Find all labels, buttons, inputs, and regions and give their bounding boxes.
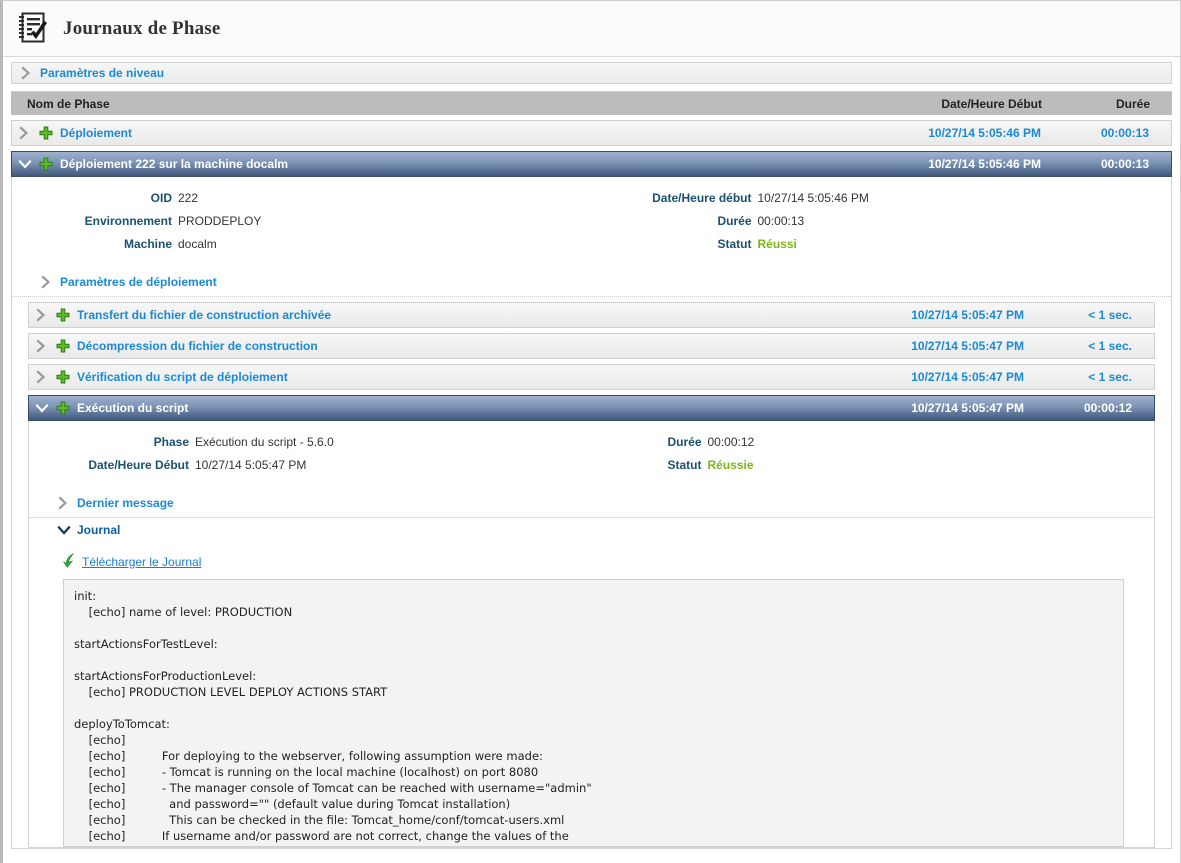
field-start-datetime: Date/Heure début 10/27/14 5:05:46 PM bbox=[592, 191, 1172, 205]
field-oid: OID 222 bbox=[12, 191, 592, 205]
field-phase-value: Exécution du script - 5.6.0 bbox=[195, 435, 334, 449]
phase-row-duration: 00:00:13 bbox=[1100, 126, 1149, 140]
journal-log-text[interactable]: init: [echo] name of level: PRODUCTION s… bbox=[63, 579, 1124, 847]
subphase-row-start: 10/27/14 5:05:47 PM bbox=[911, 339, 1024, 353]
deployment-params-toggle[interactable]: Paramètres de déploiement bbox=[12, 270, 1171, 297]
field-phase: Phase Exécution du script - 5.6.0 bbox=[29, 435, 592, 449]
column-phase-name: Nom de Phase bbox=[27, 96, 110, 111]
last-message-label: Dernier message bbox=[77, 496, 174, 510]
chevron-down-icon[interactable] bbox=[35, 401, 49, 415]
field-status-label: Statut bbox=[717, 237, 752, 251]
download-journal-link[interactable]: Télécharger le Journal bbox=[82, 555, 201, 569]
field-start-datetime-label: Date/Heure début bbox=[652, 191, 752, 205]
field-script-start-value: 10/27/14 5:05:47 PM bbox=[195, 458, 307, 472]
field-start-datetime-value: 10/27/14 5:05:46 PM bbox=[757, 191, 869, 205]
phase-row-start: 10/27/14 5:05:46 PM bbox=[928, 157, 1041, 171]
script-detail-panel: Phase Exécution du script - 5.6.0 Date/H… bbox=[28, 421, 1155, 848]
download-journal-row[interactable]: Télécharger le Journal bbox=[29, 544, 1154, 579]
phase-row-label: Déploiement bbox=[60, 126, 133, 140]
field-phase-label: Phase bbox=[153, 435, 189, 449]
field-duration: Durée 00:00:13 bbox=[592, 214, 1172, 228]
script-detail-left-column: Phase Exécution du script - 5.6.0 Date/H… bbox=[29, 435, 592, 481]
field-environment: Environnement PRODDEPLOY bbox=[12, 214, 592, 228]
green-download-arrow-icon bbox=[63, 553, 77, 571]
chevron-right-icon[interactable] bbox=[18, 126, 32, 140]
subphase-row-start: 10/27/14 5:05:47 PM bbox=[911, 308, 1024, 322]
field-machine-value: docalm bbox=[178, 237, 217, 251]
field-oid-value: 222 bbox=[178, 191, 199, 205]
chevron-down-icon[interactable] bbox=[18, 157, 32, 171]
field-script-status: Statut Réussie bbox=[592, 458, 1155, 472]
chevron-right-icon[interactable] bbox=[35, 308, 49, 322]
subphase-row-duration: < 1 sec. bbox=[1088, 308, 1132, 322]
subphase-row-label: Décompression du fichier de construction bbox=[77, 339, 318, 353]
status-badge: Réussie bbox=[707, 458, 754, 472]
plus-icon[interactable] bbox=[56, 370, 70, 384]
chevron-right-icon[interactable] bbox=[35, 370, 49, 384]
phase-row-deploiement-222[interactable]: Déploiement 222 sur la machine docalm 10… bbox=[11, 151, 1172, 177]
page-header: Journaux de Phase bbox=[3, 1, 1180, 57]
subphase-row-duration: < 1 sec. bbox=[1088, 339, 1132, 353]
chevron-right-icon bbox=[57, 496, 71, 510]
page-title: Journaux de Phase bbox=[63, 17, 221, 39]
chevron-right-icon bbox=[20, 66, 34, 80]
subphase-row-execution-script[interactable]: Exécution du script 10/27/14 5:05:47 PM … bbox=[28, 395, 1155, 421]
column-start-datetime: Date/Heure Début bbox=[941, 96, 1042, 111]
field-script-duration: Durée 00:00:12 bbox=[592, 435, 1155, 449]
journal-label: Journal bbox=[77, 523, 121, 537]
status-badge: Réussi bbox=[757, 237, 797, 251]
subphase-row-duration: < 1 sec. bbox=[1088, 370, 1132, 384]
journal-log-container: init: [echo] name of level: PRODUCTION s… bbox=[29, 579, 1154, 847]
notepad-check-icon bbox=[17, 11, 49, 47]
phase-row-deploiement[interactable]: Déploiement 10/27/14 5:05:46 PM 00:00:13 bbox=[11, 120, 1172, 146]
journal-toggle[interactable]: Journal bbox=[29, 518, 1154, 544]
subphase-row-duration: 00:00:12 bbox=[1083, 401, 1132, 415]
subphase-row-start: 10/27/14 5:05:47 PM bbox=[911, 370, 1024, 384]
subphase-row-verification[interactable]: Vérification du script de déploiement 10… bbox=[28, 364, 1155, 390]
chevron-right-icon bbox=[40, 275, 54, 289]
phase-row-duration: 00:00:13 bbox=[1100, 157, 1149, 171]
field-environment-value: PRODDEPLOY bbox=[178, 214, 262, 228]
phase-logs-page: Journaux de Phase Paramètres de niveau N… bbox=[0, 0, 1181, 863]
deployment-detail-right-column: Date/Heure début 10/27/14 5:05:46 PM Dur… bbox=[592, 191, 1172, 260]
field-machine: Machine docalm bbox=[12, 237, 592, 251]
column-duration: Durée bbox=[1115, 96, 1150, 111]
field-duration-value: 00:00:13 bbox=[757, 214, 805, 228]
chevron-down-icon bbox=[57, 523, 71, 537]
level-params-label: Paramètres de niveau bbox=[40, 66, 165, 80]
deployment-detail-left-column: OID 222 Environnement PRODDEPLOY Machine… bbox=[12, 191, 592, 260]
phase-row-start: 10/27/14 5:05:46 PM bbox=[928, 126, 1041, 140]
deployment-params-label: Paramètres de déploiement bbox=[60, 275, 217, 289]
script-detail-grid: Phase Exécution du script - 5.6.0 Date/H… bbox=[29, 429, 1154, 491]
subphase-row-transfert[interactable]: Transfert du fichier de construction arc… bbox=[28, 302, 1155, 328]
plus-icon[interactable] bbox=[56, 401, 70, 415]
subphase-row-decompression[interactable]: Décompression du fichier de construction… bbox=[28, 333, 1155, 359]
field-script-start-label: Date/Heure Début bbox=[88, 458, 189, 472]
subphase-row-label: Exécution du script bbox=[77, 401, 189, 415]
field-script-start: Date/Heure Début 10/27/14 5:05:47 PM bbox=[29, 458, 592, 472]
field-script-status-label: Statut bbox=[667, 458, 702, 472]
chevron-right-icon[interactable] bbox=[35, 339, 49, 353]
phase-row-label: Déploiement 222 sur la machine docalm bbox=[60, 157, 289, 171]
level-params-toggle[interactable]: Paramètres de niveau bbox=[11, 62, 1172, 84]
last-message-toggle[interactable]: Dernier message bbox=[29, 491, 1154, 518]
subphase-row-start: 10/27/14 5:05:47 PM bbox=[911, 401, 1024, 415]
phase-table-header: Nom de Phase Date/Heure Début Durée bbox=[11, 91, 1172, 115]
subphase-row-label: Vérification du script de déploiement bbox=[77, 370, 288, 384]
field-script-duration-label: Durée bbox=[667, 435, 702, 449]
plus-icon[interactable] bbox=[56, 308, 70, 322]
field-machine-label: Machine bbox=[123, 237, 172, 251]
field-environment-label: Environnement bbox=[84, 214, 172, 228]
plus-icon[interactable] bbox=[39, 157, 53, 171]
plus-icon[interactable] bbox=[39, 126, 53, 140]
field-status: Statut Réussi bbox=[592, 237, 1172, 251]
subphase-row-label: Transfert du fichier de construction arc… bbox=[77, 308, 332, 322]
plus-icon[interactable] bbox=[56, 339, 70, 353]
field-duration-label: Durée bbox=[717, 214, 752, 228]
script-detail-right-column: Durée 00:00:12 Statut Réussie bbox=[592, 435, 1155, 481]
deployment-detail-panel: OID 222 Environnement PRODDEPLOY Machine… bbox=[11, 177, 1172, 849]
field-oid-label: OID bbox=[150, 191, 172, 205]
deployment-detail-grid: OID 222 Environnement PRODDEPLOY Machine… bbox=[12, 185, 1171, 270]
field-script-duration-value: 00:00:12 bbox=[707, 435, 755, 449]
